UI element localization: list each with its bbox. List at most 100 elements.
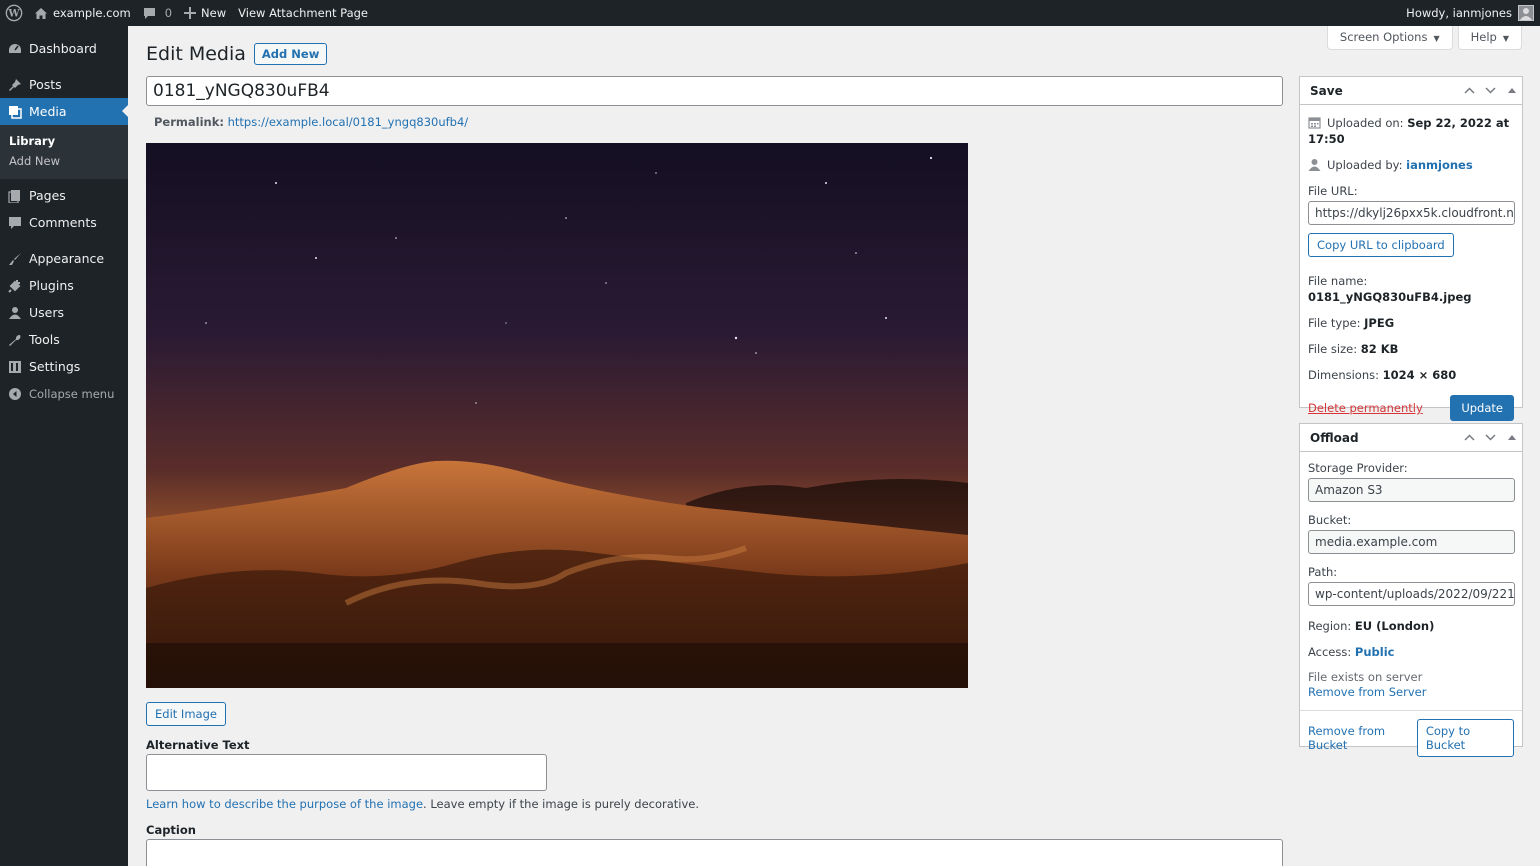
storage-provider-label: Storage Provider: (1308, 461, 1408, 475)
comments-link[interactable]: 0 (137, 0, 178, 26)
menu-item-media[interactable]: Media (0, 98, 128, 125)
dimensions-label: Dimensions: (1308, 368, 1379, 382)
collapse-panel-icon[interactable] (1501, 88, 1522, 93)
file-url-input[interactable]: https://dkylj26pxx5k.cloudfront.net/wp-c… (1308, 201, 1515, 225)
file-name-row: File name: 0181_yNGQ830uFB4.jpeg (1308, 273, 1514, 305)
new-label: New (201, 6, 227, 20)
access-value-link[interactable]: Public (1355, 645, 1395, 659)
menu-label: Media (29, 104, 67, 119)
file-size-label: File size: (1308, 342, 1358, 356)
save-postbox: Save Uploaded on: Sep 22, 2022 at 17:50 … (1299, 76, 1523, 421)
region-label: Region: (1308, 619, 1352, 633)
media-title-input[interactable]: 0181_yNGQ830uFB4 (146, 76, 1283, 106)
move-down-icon[interactable] (1480, 434, 1501, 441)
file-exists-text: File exists on server (1308, 670, 1423, 684)
save-postbox-title: Save (1310, 83, 1343, 98)
my-account-link[interactable]: Howdy, ianmjones (1400, 0, 1540, 26)
caption-textarea[interactable] (146, 839, 1283, 866)
menu-item-comments[interactable]: Comments (0, 209, 128, 236)
media-image-preview (146, 143, 968, 688)
copy-to-bucket-button[interactable]: Copy to Bucket (1416, 719, 1514, 757)
menu-item-settings[interactable]: Settings (0, 353, 128, 380)
move-down-icon[interactable] (1480, 87, 1501, 94)
dimensions-row: Dimensions: 1024 × 680 (1308, 367, 1514, 383)
menu-item-users[interactable]: Users (0, 299, 128, 326)
user-icon (8, 306, 22, 320)
permalink-url[interactable]: https://example.local/0181_yngq830ufb4/ (228, 115, 469, 129)
collapse-menu-button[interactable]: Collapse menu (0, 380, 128, 407)
calendar-icon (1308, 116, 1321, 129)
remove-from-server-link[interactable]: Remove from Server (1308, 685, 1514, 700)
access-row: Access: Public (1308, 644, 1514, 660)
pages-icon (8, 189, 22, 203)
caption-label: Caption (146, 823, 196, 837)
wordpress-logo-icon[interactable]: W (0, 0, 28, 26)
new-content-link[interactable]: New (178, 0, 232, 26)
save-actions: Delete permanently Update (1308, 395, 1514, 421)
path-label: Path: (1308, 565, 1338, 579)
user-icon (1308, 158, 1321, 171)
help-label: Help (1470, 30, 1497, 44)
update-button[interactable]: Update (1450, 395, 1514, 421)
collapse-panel-icon[interactable] (1501, 435, 1522, 440)
plug-icon (8, 279, 22, 293)
menu-item-appearance[interactable]: Appearance (0, 245, 128, 272)
site-name: example.com (53, 6, 131, 20)
move-up-icon[interactable] (1459, 87, 1480, 94)
view-attachment-link[interactable]: View Attachment Page (232, 0, 374, 26)
menu-label: Posts (29, 77, 62, 92)
dashboard-icon (8, 42, 22, 56)
region-value: EU (London) (1354, 619, 1435, 633)
uploaded-on-row: Uploaded on: Sep 22, 2022 at 17:50 (1308, 115, 1514, 147)
menu-item-plugins[interactable]: Plugins (0, 272, 128, 299)
settings-sliders-icon (8, 360, 22, 374)
alt-help-link[interactable]: Learn how to describe the purpose of the… (146, 797, 423, 811)
menu-label: Tools (29, 332, 60, 347)
file-size-row: File size: 82 KB (1308, 341, 1514, 357)
site-name-link[interactable]: example.com (28, 0, 137, 26)
remove-from-bucket-link[interactable]: Remove from Bucket (1308, 724, 1417, 752)
access-label: Access: (1308, 645, 1352, 659)
permalink: Permalink: https://example.local/0181_yn… (154, 115, 468, 129)
offload-actions: Remove from Bucket Copy to Bucket (1300, 710, 1522, 757)
bucket-label: Bucket: (1308, 513, 1352, 527)
main-content: Screen Options ▼ Help ▼ Edit Media Add New… (128, 26, 1540, 866)
menu-label: Settings (29, 359, 81, 374)
file-name-label: File name: (1308, 274, 1368, 288)
menu-item-tools[interactable]: Tools (0, 326, 128, 353)
menu-label: Comments (29, 215, 97, 230)
admin-sidebar: Dashboard Posts Media Library Add New Pa… (0, 26, 128, 866)
screen-options-toggle[interactable]: Screen Options ▼ (1326, 26, 1453, 50)
submenu-item-add-new[interactable]: Add New (0, 151, 128, 171)
add-new-button[interactable]: Add New (253, 43, 328, 65)
screen-options-label: Screen Options (1339, 30, 1428, 44)
page-header: Edit Media Add New (146, 43, 328, 65)
copy-url-button[interactable]: Copy URL to clipboard (1308, 233, 1454, 257)
region-row: Region: EU (London) (1308, 618, 1514, 634)
delete-permanently-link[interactable]: Delete permanently (1308, 401, 1423, 415)
menu-item-pages[interactable]: Pages (0, 182, 128, 209)
file-size-value: 82 KB (1360, 342, 1399, 356)
alt-text-help: Learn how to describe the purpose of the… (146, 797, 699, 811)
offload-postbox-header: Offload (1300, 424, 1522, 452)
help-toggle[interactable]: Help ▼ (1457, 26, 1522, 50)
uploaded-by-link[interactable]: ianmjones (1406, 158, 1473, 172)
file-type-value: JPEG (1364, 316, 1395, 330)
submenu-item-library[interactable]: Library (0, 131, 128, 151)
alt-text-textarea[interactable] (146, 754, 547, 791)
storage-provider-field: Amazon S3 (1308, 478, 1515, 502)
permalink-label: Permalink: (154, 115, 224, 129)
move-up-icon[interactable] (1459, 434, 1480, 441)
comment-bubble-icon (143, 7, 156, 20)
file-type-row: File type: JPEG (1308, 315, 1514, 331)
alt-text-label: Alternative Text (146, 738, 250, 752)
menu-label: Users (29, 305, 65, 320)
pushpin-icon (8, 78, 22, 92)
desert-night-image (146, 143, 968, 688)
menu-label: Dashboard (29, 41, 97, 56)
edit-image-button[interactable]: Edit Image (146, 702, 226, 726)
paintbrush-icon (8, 252, 22, 266)
menu-item-posts[interactable]: Posts (0, 71, 128, 98)
menu-item-dashboard[interactable]: Dashboard (0, 35, 128, 62)
file-url-label: File URL: (1308, 184, 1358, 198)
